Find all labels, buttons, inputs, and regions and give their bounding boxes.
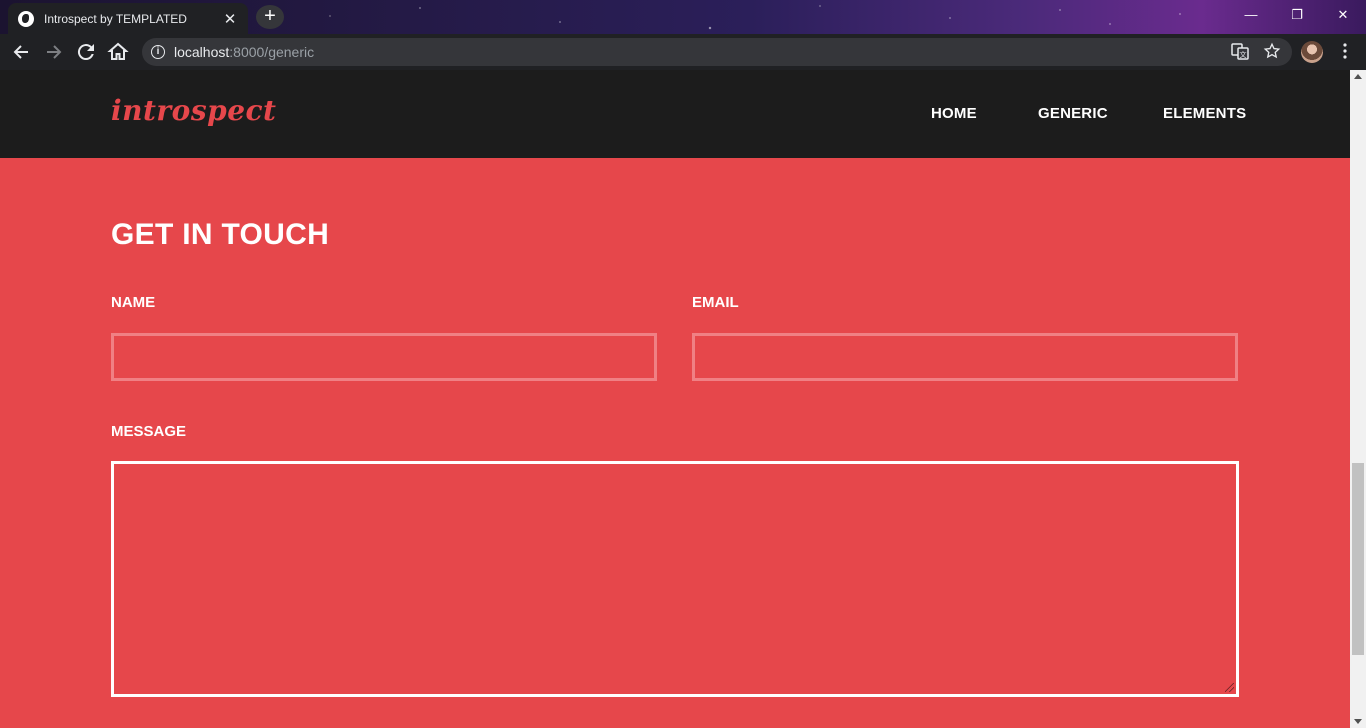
back-arrow-icon: [13, 45, 28, 59]
scroll-down-icon[interactable]: [1354, 719, 1362, 724]
back-button[interactable]: [9, 40, 33, 64]
forward-arrow-icon: [47, 45, 62, 59]
translate-icon[interactable]: 文: [1231, 42, 1249, 60]
scroll-thumb[interactable]: [1352, 463, 1364, 655]
browser-titlebar: Introspect by TEMPLATED ✕ + — ❐ ✕: [0, 0, 1366, 34]
menu-kebab-icon[interactable]: [1336, 42, 1354, 60]
new-tab-button[interactable]: +: [256, 5, 284, 29]
section-title: GET IN TOUCH: [111, 218, 330, 251]
close-window-button[interactable]: ✕: [1320, 0, 1366, 30]
home-button[interactable]: [106, 40, 130, 64]
address-bar[interactable]: i localhost:8000/generic: [142, 38, 1292, 66]
message-label: MESSAGE: [111, 423, 187, 440]
forward-button[interactable]: [42, 40, 66, 64]
restore-button[interactable]: ❐: [1274, 0, 1320, 30]
email-label: EMAIL: [692, 294, 739, 311]
page: introspect HOME GENERIC ELEMENTS GET IN …: [0, 70, 1350, 728]
browser-toolbar: i localhost:8000/generic 文: [0, 34, 1366, 70]
site-logo[interactable]: introspect: [111, 94, 277, 127]
nav-elements[interactable]: ELEMENTS: [1163, 105, 1246, 122]
home-icon: [107, 42, 129, 60]
scroll-up-icon[interactable]: [1354, 74, 1362, 79]
message-textarea[interactable]: [111, 461, 1239, 697]
name-input[interactable]: [111, 333, 657, 381]
name-label: NAME: [111, 294, 156, 311]
svg-text:文: 文: [1240, 50, 1247, 59]
info-icon[interactable]: i: [151, 45, 165, 59]
tab-title: Introspect by TEMPLATED: [44, 11, 187, 26]
bookmark-star-icon[interactable]: [1263, 42, 1281, 60]
vertical-scrollbar[interactable]: [1350, 70, 1366, 728]
nav-generic[interactable]: GENERIC: [1038, 105, 1108, 122]
site-header: introspect HOME GENERIC ELEMENTS: [0, 70, 1350, 158]
globe-icon: [18, 10, 34, 27]
minimize-button[interactable]: —: [1228, 0, 1274, 30]
reload-button[interactable]: [74, 40, 98, 64]
email-input[interactable]: [692, 333, 1238, 381]
profile-avatar[interactable]: [1301, 41, 1323, 63]
resize-handle-icon[interactable]: [1225, 683, 1234, 692]
url-text: localhost:8000/generic: [174, 44, 315, 60]
nav-home[interactable]: HOME: [931, 105, 977, 122]
reload-icon: [77, 44, 94, 61]
browser-tab[interactable]: Introspect by TEMPLATED ✕: [8, 3, 248, 34]
close-tab-icon[interactable]: ✕: [222, 10, 238, 28]
